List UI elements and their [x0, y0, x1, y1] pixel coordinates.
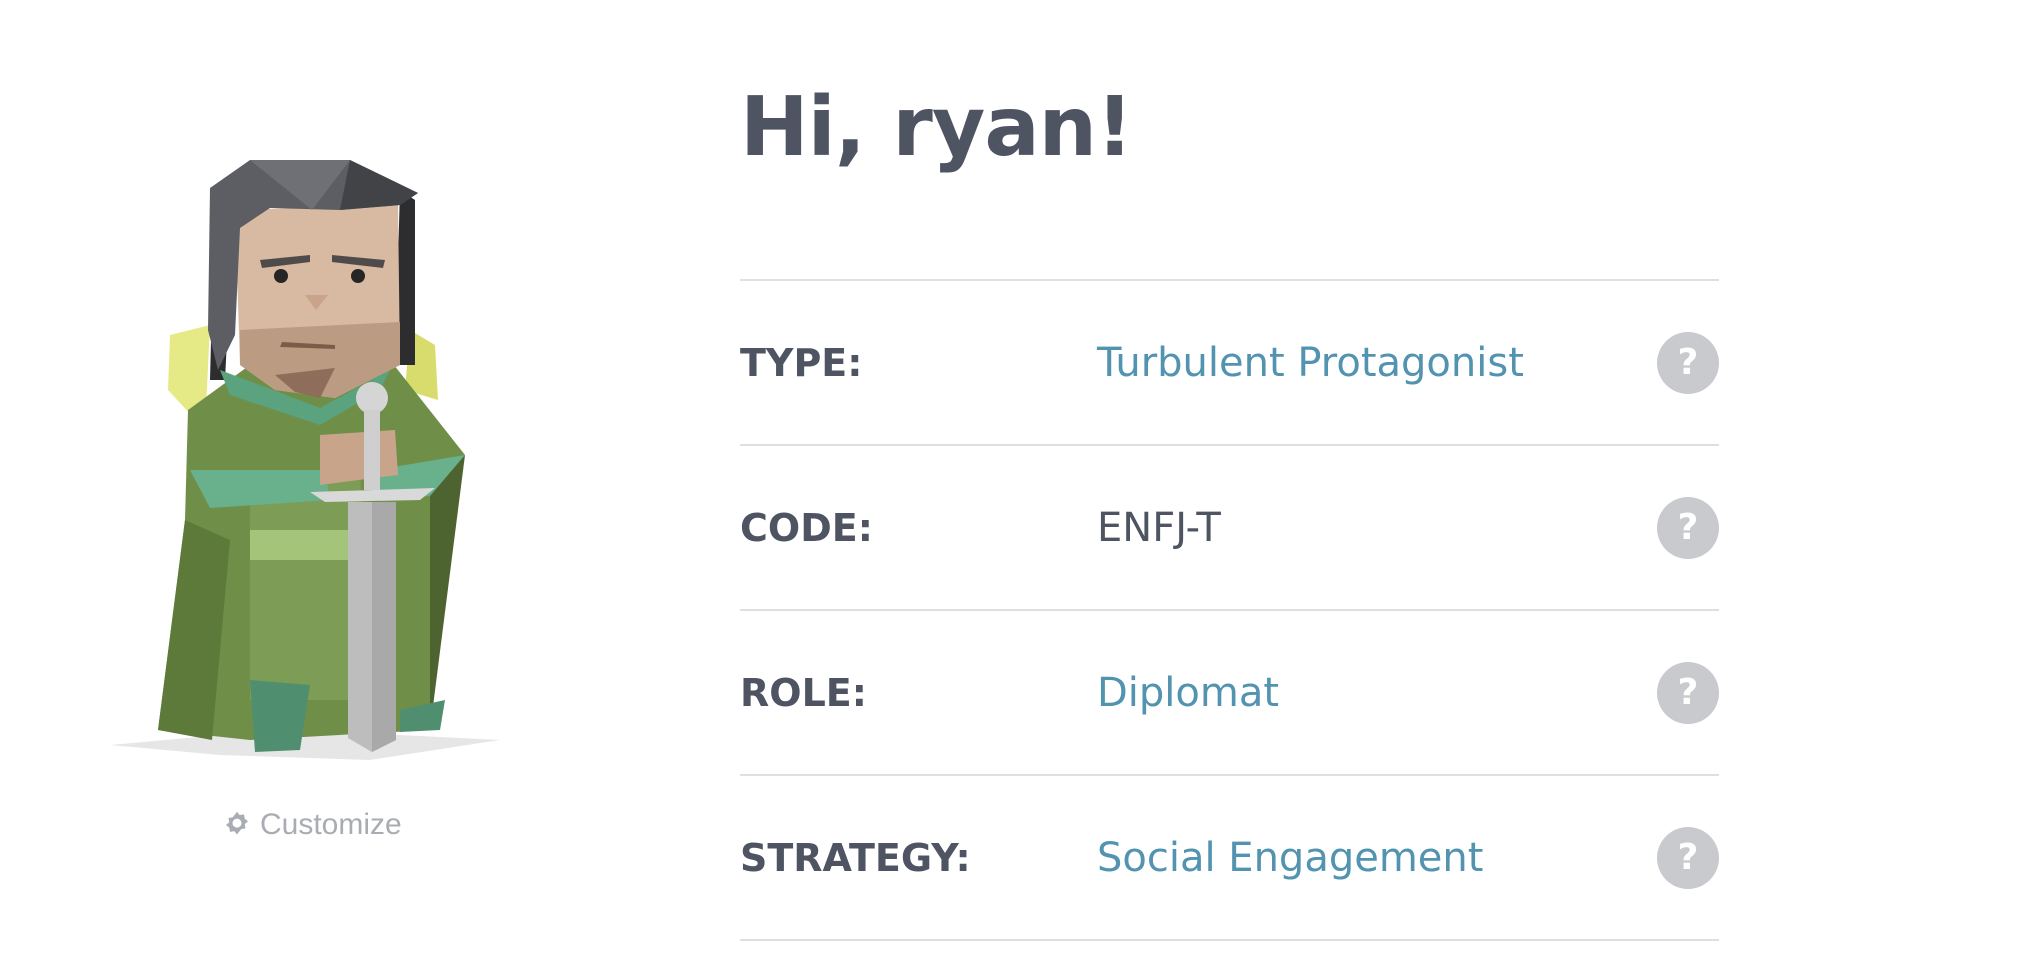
role-row: ROLE: Diplomat ? — [740, 611, 1719, 776]
gear-icon — [226, 811, 248, 835]
code-help-button[interactable]: ? — [1657, 496, 1719, 559]
type-help-button[interactable]: ? — [1657, 331, 1719, 394]
protagonist-character-illustration — [110, 160, 500, 760]
type-label: TYPE: — [740, 340, 863, 385]
customize-button[interactable]: Customize — [222, 808, 402, 842]
role-help-button[interactable]: ? — [1657, 661, 1719, 724]
role-label: ROLE: — [740, 670, 867, 715]
strategy-label: STRATEGY: — [740, 835, 971, 880]
code-label: CODE: — [740, 505, 873, 550]
greeting-heading: Hi, ryan! — [740, 80, 1133, 175]
code-value: ENFJ-T — [1097, 504, 1221, 551]
strategy-value-link[interactable]: Social Engagement — [1097, 835, 1483, 881]
code-row: CODE: ENFJ-T ? — [740, 446, 1719, 611]
type-row: TYPE: Turbulent Protagonist ? — [740, 281, 1719, 446]
strategy-row: STRATEGY: Social Engagement ? — [740, 776, 1719, 941]
role-value-link[interactable]: Diplomat — [1097, 670, 1279, 716]
avatar-illustration — [100, 140, 520, 780]
personality-info-table: TYPE: Turbulent Protagonist ? CODE: ENFJ… — [740, 279, 1719, 941]
customize-label: Customize — [260, 808, 402, 841]
type-value-link[interactable]: Turbulent Protagonist — [1097, 340, 1524, 386]
strategy-help-button[interactable]: ? — [1657, 826, 1719, 889]
